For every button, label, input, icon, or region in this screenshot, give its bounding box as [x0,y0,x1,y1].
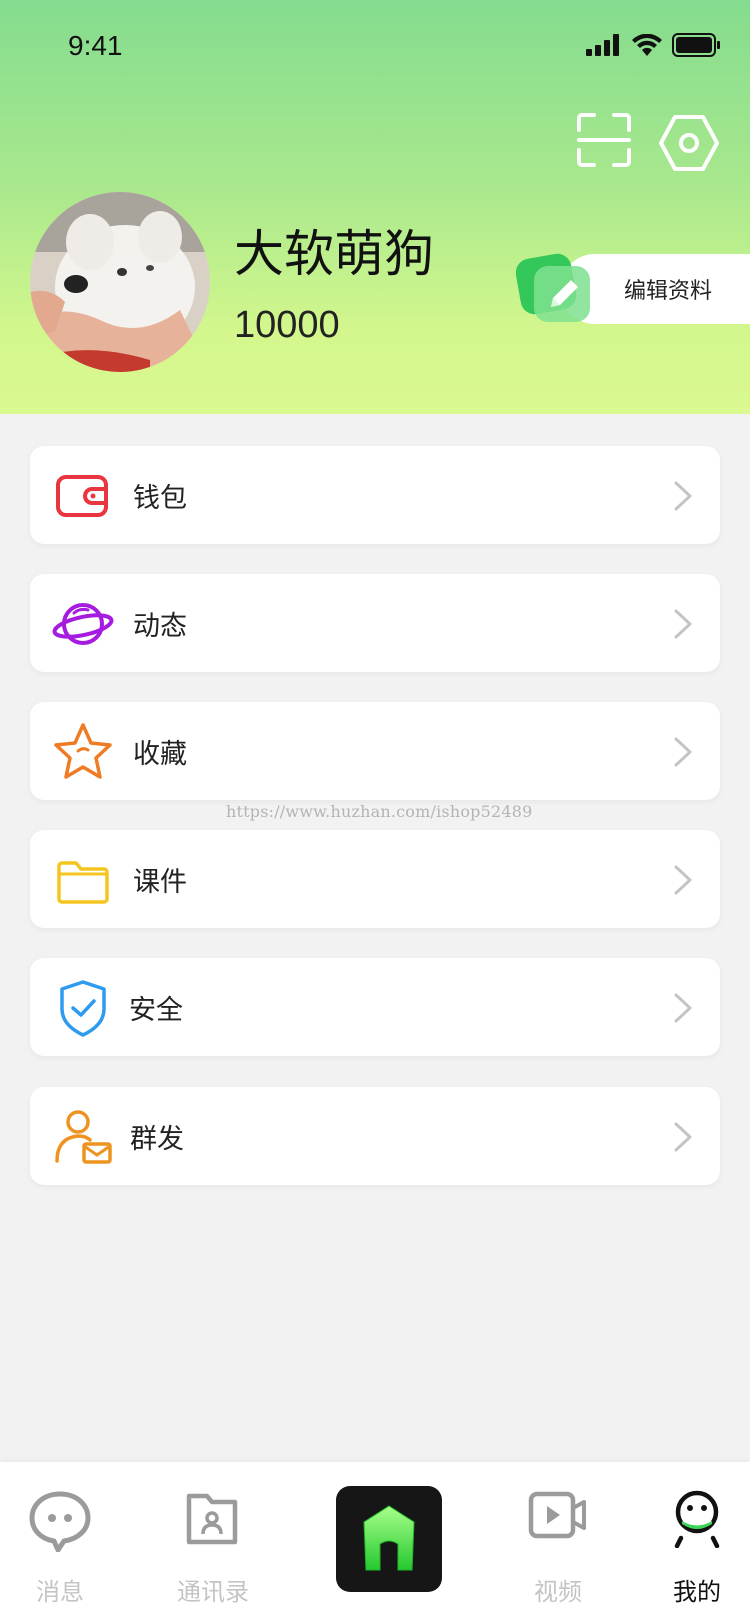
tab-home[interactable] [336,1486,442,1592]
menu-item-favorites[interactable]: 收藏 [30,702,720,800]
tab-label: 我的 [673,1578,721,1606]
chat-icon [29,1491,91,1552]
profile-name: 大软萌狗 [234,225,434,283]
tab-label: 视频 [534,1578,582,1606]
profile-id: 10000 [234,304,340,346]
menu-item-label: 安全 [129,995,183,1026]
menu-item-label: 动态 [133,611,187,642]
edit-profile-label: 编辑资料 [624,279,713,304]
wallet-icon [56,475,108,517]
shield-check-icon [60,980,106,1037]
chevron-right-icon [674,865,692,895]
menu-item-label: 群发 [130,1124,184,1155]
menu-item-label: 课件 [133,867,187,898]
tab-video[interactable]: 视频 [493,1462,623,1624]
scan-button[interactable] [576,112,632,168]
wifi-icon [632,34,662,56]
menu-item-security[interactable]: 安全 [30,958,720,1056]
chevron-right-icon [674,993,692,1023]
menu-item-label: 钱包 [133,483,187,514]
edit-pencil-icon[interactable] [515,250,596,330]
tab-contacts[interactable]: 通讯录 [148,1462,278,1624]
folder-icon [57,861,109,904]
chevron-right-icon [674,609,692,639]
video-icon [528,1491,586,1539]
avatar[interactable] [30,192,210,372]
contacts-icon [186,1493,238,1545]
status-icons [586,32,722,58]
menu-item-moments[interactable]: 动态 [30,574,720,672]
star-icon [54,723,112,779]
menu-item-broadcast[interactable]: 群发 [30,1087,720,1185]
status-time: 9:41 [68,30,123,61]
settings-hexagon-icon [659,115,719,171]
profile-face-icon [674,1490,720,1548]
chevron-right-icon [674,737,692,767]
avatar-dog-photo [30,192,210,372]
watermark: https://www.huzhan.com/ishop52489 [226,802,533,821]
battery-icon [672,33,720,57]
tab-profile[interactable]: 我的 [632,1462,750,1624]
planet-icon [52,603,114,645]
menu-item-label: 收藏 [133,739,187,770]
tab-messages[interactable]: 消息 [0,1462,125,1624]
chevron-right-icon [674,481,692,511]
menu-item-courseware[interactable]: 课件 [30,830,720,928]
tab-label: 通讯录 [177,1578,249,1606]
menu-item-wallet[interactable]: 钱包 [30,446,720,544]
profile-header: 9:41 大软萌狗 10000 编辑资料 [0,0,750,414]
scan-icon [577,113,631,167]
signal-icon [586,34,619,56]
chevron-right-icon [674,1122,692,1152]
user-mail-icon [55,1110,112,1164]
tab-label: 消息 [36,1578,84,1606]
settings-button[interactable] [658,112,720,174]
home-icon [363,1505,415,1571]
